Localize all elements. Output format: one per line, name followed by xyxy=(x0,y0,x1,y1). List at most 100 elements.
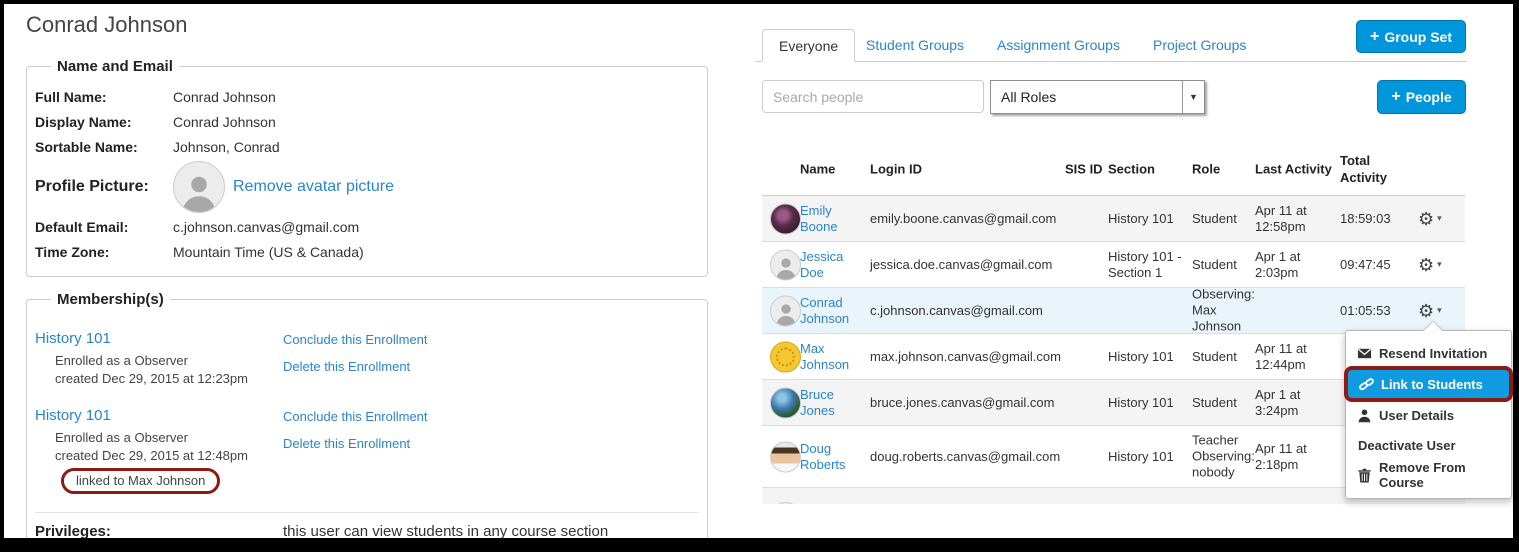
role-cell: Student xyxy=(1192,256,1237,272)
gear-icon: ⚙ xyxy=(1418,502,1434,504)
total-activity-cell: 18:59:03 xyxy=(1340,210,1391,226)
name-and-email-legend: Name and Email xyxy=(57,58,173,75)
conclude-enrollment-link[interactable]: Conclude this Enrollment xyxy=(283,409,699,424)
row-options-cell: ⚙▾ xyxy=(1418,299,1463,322)
tab-bar-border xyxy=(755,61,1467,62)
tab-assignment-groups[interactable]: Assignment Groups xyxy=(997,37,1120,53)
role-cell: Student xyxy=(1192,394,1237,410)
enrolled-as-text: Enrolled as a Observer xyxy=(55,430,188,445)
frame-edge xyxy=(0,0,4,552)
menu-item-label: User Details xyxy=(1379,407,1455,423)
add-group-set-button[interactable]: + Group Set xyxy=(1356,20,1466,53)
table-row: Jessica Doe jessica.doe.canvas@gmail.com H… xyxy=(762,242,1465,288)
tab-project-groups[interactable]: Project Groups xyxy=(1153,37,1246,53)
default-avatar xyxy=(770,249,801,280)
last-activity-cell: Apr 11 at 12:44pm xyxy=(1255,340,1307,372)
enrollment-actions: Conclude this Enrollment Delete this Enro… xyxy=(283,330,699,389)
role-cell: Observing: Max Johnson xyxy=(1192,286,1255,334)
section-cell: History 101 xyxy=(1108,394,1174,410)
link-icon xyxy=(1358,376,1374,392)
enrollment-item: History 101 Enrolled as a Observer created… xyxy=(35,407,699,494)
tab-everyone[interactable]: Everyone xyxy=(762,29,856,62)
profile-field-label: Sortable Name: xyxy=(35,139,138,155)
search-input[interactable] xyxy=(762,80,984,113)
linked-observer-annotation: linked to Max Johnson xyxy=(61,468,221,494)
add-people-button[interactable]: + People xyxy=(1377,80,1466,114)
remove-avatar-link[interactable]: Remove avatar picture xyxy=(233,178,394,196)
row-options-cell: ⚙▾ xyxy=(1418,207,1463,230)
user-name-link[interactable]: Jessica Doe xyxy=(800,248,843,279)
header-name: Name xyxy=(800,161,836,177)
profile-field-value: Conrad Johnson xyxy=(173,89,276,105)
created-date-text: created Dec 29, 2015 at 12:23pm xyxy=(55,371,248,386)
table-row: Conrad Johnson c.johnson.canvas@gmail.com… xyxy=(762,286,1465,334)
avatar xyxy=(173,161,225,213)
sun-pattern xyxy=(776,347,795,366)
avatar-cell xyxy=(770,441,802,472)
memberships-section: Membership(s) History 101 Enrolled as a O… xyxy=(26,291,708,552)
menu-item-link-to-students[interactable]: Link to Students xyxy=(1348,370,1509,398)
avatar-cell xyxy=(770,203,802,234)
roles-filter-select[interactable]: All Roles ▼ xyxy=(990,80,1205,114)
user-icon xyxy=(1356,407,1372,423)
frame-edge xyxy=(0,538,1519,552)
memberships-legend: Membership(s) xyxy=(57,291,164,308)
row-options-cell: ⚙▾ xyxy=(1418,253,1463,276)
enrollments-list: History 101 Enrolled as a Observer created… xyxy=(35,322,699,494)
envelope-icon xyxy=(1356,345,1372,361)
header-last-activity: Last Activity xyxy=(1255,161,1332,177)
page: Conrad Johnson Name and Email Full Name:… xyxy=(0,0,1519,552)
delete-enrollment-link[interactable]: Delete this Enrollment xyxy=(283,359,699,374)
menu-item-deactivate-user[interactable]: Deactivate User xyxy=(1346,430,1511,460)
user-options-button[interactable]: ⚙▾ xyxy=(1418,253,1463,276)
user-name-link[interactable]: Doug Roberts xyxy=(800,440,846,471)
user-name-link: Max Johnson xyxy=(800,340,866,373)
user-options-button[interactable]: ⚙▾ xyxy=(1418,299,1463,322)
header-total-activity: Total Activity xyxy=(1340,153,1387,185)
enrollment-item: History 101 Enrolled as a Observer created… xyxy=(35,330,699,389)
user-options-button[interactable]: ⚙▾ xyxy=(1418,502,1463,504)
avatar-cell xyxy=(770,502,802,504)
last-activity-cell: Feb 25 at xyxy=(1255,502,1337,504)
user-name-link[interactable]: Conrad Johnson xyxy=(800,294,849,325)
tab-student-groups[interactable]: Student Groups xyxy=(866,37,964,53)
user-name-link[interactable]: Emily Boone xyxy=(800,202,838,233)
menu-item-remove-from-course[interactable]: Remove From Course xyxy=(1346,460,1511,490)
chevron-down-icon: ▾ xyxy=(1437,258,1442,269)
user-name-link[interactable]: Bruce Jones xyxy=(800,386,835,417)
user-name-link: Bruce Jones xyxy=(800,386,866,419)
section-cell: History 101 xyxy=(1108,210,1174,226)
avatar-cell xyxy=(770,295,802,326)
default-avatar xyxy=(770,295,801,326)
last-activity-cell: Apr 1 at 3:24pm xyxy=(1255,386,1301,418)
time-zone-label: Time Zone: xyxy=(35,244,110,260)
conclude-enrollment-link[interactable]: Conclude this Enrollment xyxy=(283,332,699,347)
course-link[interactable]: History 101 xyxy=(35,407,283,424)
profile-field-label: Display Name: xyxy=(35,114,132,130)
divider xyxy=(35,512,699,513)
menu-item-user-details[interactable]: User Details xyxy=(1346,400,1511,430)
login-id-cell: bruce.jones.canvas@gmail.com xyxy=(870,394,1055,410)
avatar-flower xyxy=(770,203,801,234)
page-title: Conrad Johnson xyxy=(26,12,188,37)
user-options-button[interactable]: ⚙▾ xyxy=(1418,207,1463,230)
avatar-cell xyxy=(770,341,802,372)
login-id-cell: doug.roberts.canvas@gmail.com xyxy=(870,448,1061,464)
enrollment-info: History 101 Enrolled as a Observer created… xyxy=(35,330,283,389)
default-avatar xyxy=(770,502,801,504)
course-link[interactable]: History 101 xyxy=(35,330,283,347)
role-cell: Student xyxy=(1192,210,1237,226)
row-options-cell: ⚙▾ xyxy=(1418,502,1463,504)
default-email-label: Default Email: xyxy=(35,219,129,235)
menu-item-label: Resend Invitation xyxy=(1379,345,1488,361)
menu-item-resend-invitation[interactable]: Resend Invitation xyxy=(1346,338,1511,368)
delete-enrollment-link[interactable]: Delete this Enrollment xyxy=(283,436,699,451)
header-login-id: Login ID xyxy=(870,161,922,177)
role-cell: Student xyxy=(1192,348,1237,364)
total-activity-cell: 01:05:53 xyxy=(1340,302,1391,318)
frame-edge xyxy=(0,0,1519,4)
plus-icon: + xyxy=(1369,27,1380,45)
avatar-photo xyxy=(770,441,801,472)
user-details-panel: Conrad Johnson Name and Email Full Name:… xyxy=(26,12,708,552)
user-name-link[interactable]: Max Johnson xyxy=(800,340,849,371)
